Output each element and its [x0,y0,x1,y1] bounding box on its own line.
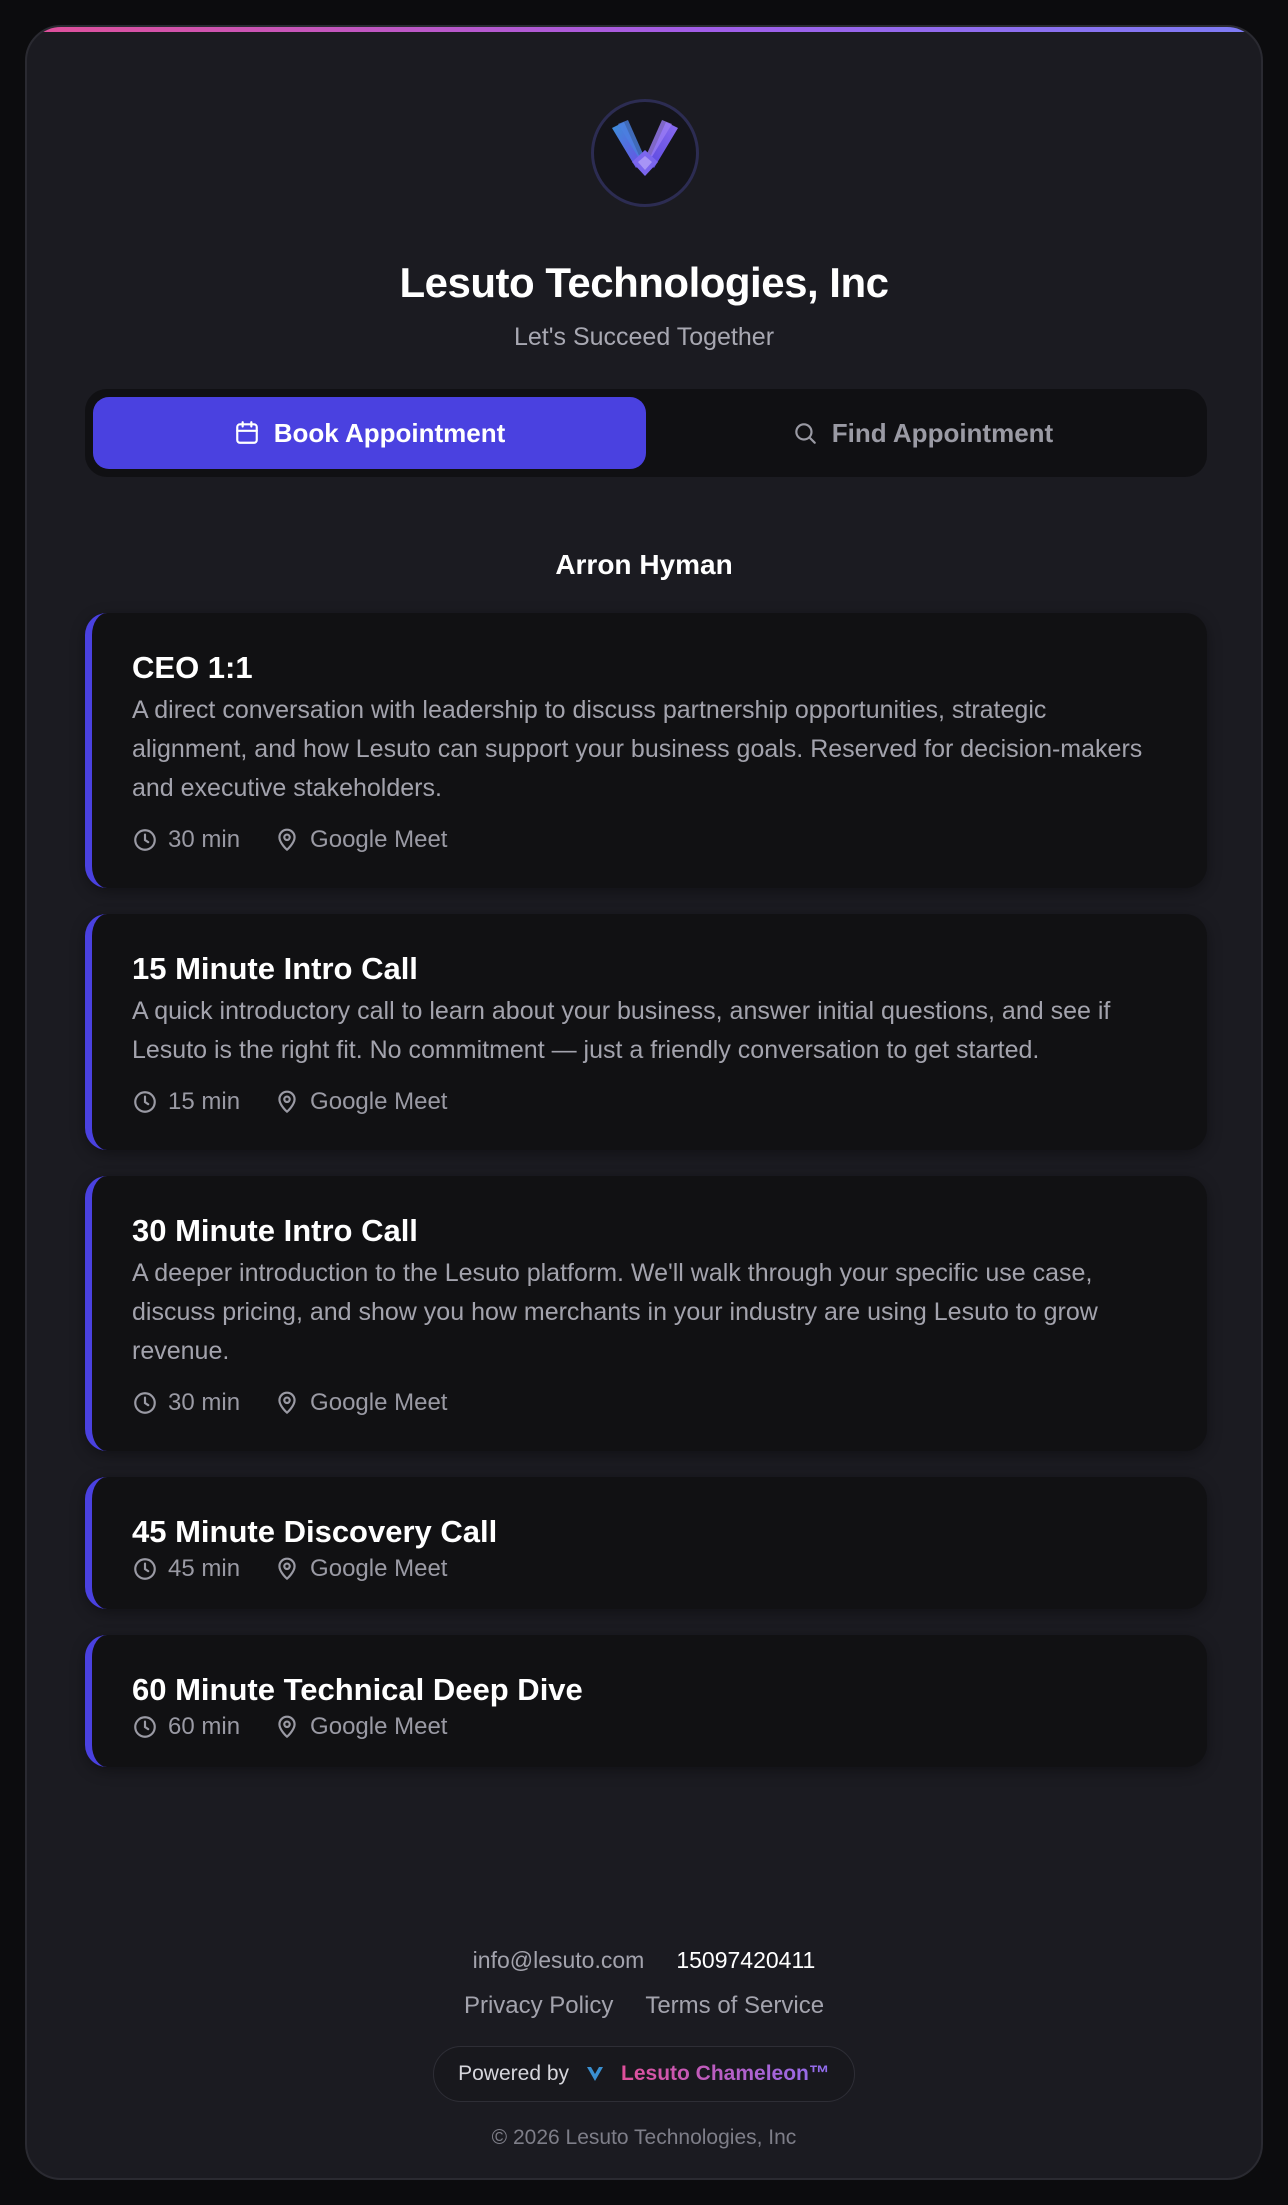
event-location: Google Meet [274,1555,447,1583]
event-type-list: CEO 1:1 A direct conversation with leade… [85,613,1207,1793]
event-title: CEO 1:1 [132,650,253,685]
booking-card: Lesuto Technologies, Inc Let's Succeed T… [25,25,1263,2180]
event-card-30-minute-intro[interactable]: 30 Minute Intro Call A deeper introducti… [85,1176,1207,1451]
event-location-text: Google Meet [310,1389,448,1416]
company-tagline: Let's Succeed Together [513,323,775,351]
event-title: 60 Minute Technical Deep Dive [132,1672,583,1707]
event-description: A quick introductory call to learn about… [132,997,1111,1064]
company-logo [591,99,699,207]
map-pin-icon [278,1090,296,1113]
legal-links: Privacy Policy Terms of Service [27,1992,1261,2020]
clock-icon [134,1392,156,1414]
map-pin-icon [278,1557,296,1580]
event-description: A direct conversation with leadership to… [132,696,1143,802]
event-meta: 30 min Google Meet [132,1389,1167,1417]
event-meta: 30 min Google Meet [132,826,1167,854]
event-title: 45 Minute Discovery Call [132,1514,498,1549]
tab-bar: Book Appointment Find Appointment [85,389,1207,477]
event-meta: 15 min Google Meet [132,1088,1167,1116]
event-card-ceo-1-1[interactable]: CEO 1:1 A direct conversation with leade… [85,613,1207,888]
event-duration: 45 min [132,1555,240,1583]
event-duration: 30 min [132,1389,240,1417]
tab-find-appointment[interactable]: Find Appointment [646,397,1199,469]
chameleon-logo-icon [587,2067,604,2081]
event-card-45-minute-discovery[interactable]: 45 Minute Discovery Call 45 min Google M… [85,1477,1207,1609]
contact-row: info@lesuto.com 15097420411 [27,1947,1261,1974]
tab-book-label: Book Appointment [273,417,506,448]
privacy-policy-link[interactable]: Privacy Policy [464,1992,613,2020]
company-name: Lesuto Technologies, Inc [399,259,889,306]
email-link[interactable]: info@lesuto.com [473,1947,645,1974]
event-location: Google Meet [274,1713,447,1741]
event-location: Google Meet [274,1389,447,1417]
event-meta: 60 min Google Meet [132,1713,1167,1741]
event-location-text: Google Meet [310,826,448,853]
clock-icon [134,1558,156,1580]
search-icon [795,423,816,444]
event-location-text: Google Meet [310,1713,448,1740]
clock-icon [134,1091,156,1113]
event-title: 15 Minute Intro Call [132,951,418,986]
accent-gradient-bar [27,27,1261,32]
tab-book-appointment[interactable]: Book Appointment [93,397,646,469]
brand-name: Lesuto Chameleon™ [621,2062,830,2085]
event-card-15-minute-intro[interactable]: 15 Minute Intro Call A quick introductor… [85,914,1207,1150]
phone-link[interactable]: 15097420411 [676,1947,815,1974]
map-pin-icon [278,1391,296,1414]
calendar-icon [235,421,258,444]
event-location-text: Google Meet [310,1555,448,1582]
event-duration-text: 30 min [168,826,241,853]
event-duration-text: 15 min [168,1088,241,1115]
event-duration-text: 45 min [168,1555,241,1582]
event-location-text: Google Meet [310,1088,448,1115]
event-meta: 45 min Google Meet [132,1555,1167,1583]
event-duration: 15 min [132,1088,240,1116]
event-duration-text: 30 min [168,1389,241,1416]
copyright-text: © 2026 Lesuto Technologies, Inc [491,2126,797,2149]
terms-of-service-link[interactable]: Terms of Service [645,1992,824,2020]
powered-by-badge[interactable]: Powered by Lesuto Chameleon™ [433,2046,855,2102]
clock-icon [134,1716,156,1738]
event-card-60-minute-deep-dive[interactable]: 60 Minute Technical Deep Dive 60 min Goo… [85,1635,1207,1767]
event-duration: 30 min [132,826,240,854]
event-location: Google Meet [274,826,447,854]
event-location: Google Meet [274,1088,447,1116]
page-footer: info@lesuto.com 15097420411 Privacy Poli… [27,1947,1261,2150]
map-pin-icon [278,1715,296,1738]
event-duration: 60 min [132,1713,240,1741]
event-duration-text: 60 min [168,1713,241,1740]
clock-icon [134,829,156,851]
handshake-wings-logo-icon [612,120,678,176]
host-name: Arron Hyman [555,549,733,580]
event-description: A deeper introduction to the Lesuto plat… [132,1259,1098,1365]
powered-by-label: Powered by [458,2062,570,2085]
tab-find-label: Find Appointment [831,417,1054,448]
event-title: 30 Minute Intro Call [132,1213,418,1248]
map-pin-icon [278,828,296,851]
